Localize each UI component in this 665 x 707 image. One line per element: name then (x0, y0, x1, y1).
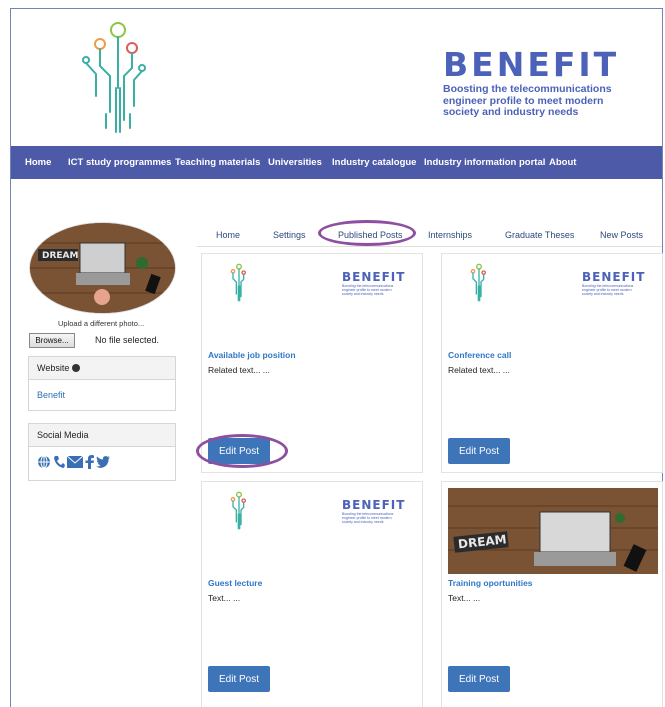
website-panel: Website Benefit (28, 356, 176, 411)
file-status: No file selected. (95, 335, 160, 345)
website-panel-header: Website (29, 357, 175, 380)
website-label: Website (37, 363, 70, 373)
edit-post-button[interactable]: Edit Post (448, 438, 510, 464)
post-text: Related text... ... (448, 365, 510, 375)
nav-industry-information-portal[interactable]: Industry information portal (424, 157, 545, 168)
nav-ict-study-programmes[interactable]: ICT study programmes (68, 157, 171, 168)
edit-post-highlight (196, 434, 288, 468)
facebook-icon[interactable] (85, 455, 94, 469)
social-media-panel: Social Media (28, 423, 176, 481)
social-media-header: Social Media (29, 424, 175, 447)
profile-tabs: Home Settings Published Posts Internship… (197, 224, 662, 247)
post-card: BENEFIT Boosting the telecommunications … (201, 481, 423, 707)
nav-home[interactable]: Home (25, 157, 51, 168)
published-posts-highlight (318, 220, 416, 246)
brand-name: BENEFIT (443, 45, 620, 84)
nav-teaching-materials[interactable]: Teaching materials (175, 157, 260, 168)
post-text: Text... ... (208, 593, 241, 603)
post-text: Text... ... (448, 593, 481, 603)
post-title[interactable]: Conference call (448, 350, 511, 360)
tagline-line: Boosting the telecommunications (443, 83, 612, 95)
post-title[interactable]: Guest lecture (208, 578, 262, 588)
mini-brand-tagline: society and industry needs (342, 292, 384, 296)
mini-brand-name: BENEFIT (582, 270, 646, 284)
edit-post-button[interactable]: Edit Post (448, 666, 510, 692)
tab-settings[interactable]: Settings (273, 230, 306, 240)
upload-photo-label: Upload a different photo... (58, 319, 145, 328)
svg-text:DREAM: DREAM (42, 251, 79, 261)
avatar: DREAM (30, 223, 175, 313)
benefit-logo-icon (82, 22, 146, 133)
post-text: Related text... ... (208, 365, 270, 375)
mini-brand-tagline: society and industry needs (582, 292, 624, 296)
benefit-logo-icon (230, 263, 246, 302)
mini-brand: BENEFIT Boosting the telecommunications … (342, 498, 412, 524)
tab-new-posts[interactable]: New Posts (600, 230, 643, 240)
brand-block: BENEFIT Boosting the telecommunications … (443, 48, 643, 119)
post-image: DREAM (448, 488, 658, 574)
edit-post-button[interactable]: Edit Post (208, 666, 270, 692)
mini-brand-name: BENEFIT (342, 498, 406, 512)
post-title[interactable]: Available job position (208, 350, 296, 360)
benefit-logo-icon (470, 263, 486, 302)
nav-industry-catalogue[interactable]: Industry catalogue (332, 157, 416, 168)
globe-icon[interactable] (37, 455, 51, 469)
post-title[interactable]: Training oportunities (448, 578, 533, 588)
tab-internships[interactable]: Internships (428, 230, 472, 240)
phone-icon[interactable] (53, 455, 65, 469)
mini-brand: BENEFIT Boosting the telecommunications … (582, 270, 652, 296)
mini-brand-name: BENEFIT (342, 270, 406, 284)
benefit-logo-icon (230, 491, 246, 530)
tab-home[interactable]: Home (216, 230, 240, 240)
tagline-line: society and industry needs (443, 106, 579, 118)
mail-icon[interactable] (67, 456, 83, 468)
post-card: DREAM Training oportunities Text... ... … (441, 481, 663, 707)
browse-button[interactable]: Browse... (29, 333, 75, 348)
nav-about[interactable]: About (549, 157, 576, 168)
mini-brand-tagline: society and industry needs (342, 520, 384, 524)
nav-universities[interactable]: Universities (268, 157, 322, 168)
main-nav: Home ICT study programmes Teaching mater… (11, 146, 662, 179)
twitter-icon[interactable] (96, 456, 110, 468)
tab-graduate-theses[interactable]: Graduate Theses (505, 230, 574, 240)
brand-tagline: Boosting the telecommunications engineer… (443, 83, 643, 119)
post-card: BENEFIT Boosting the telecommunications … (441, 253, 663, 473)
website-link[interactable]: Benefit (37, 390, 65, 400)
mini-brand: BENEFIT Boosting the telecommunications … (342, 270, 412, 296)
globe-icon (72, 364, 81, 372)
